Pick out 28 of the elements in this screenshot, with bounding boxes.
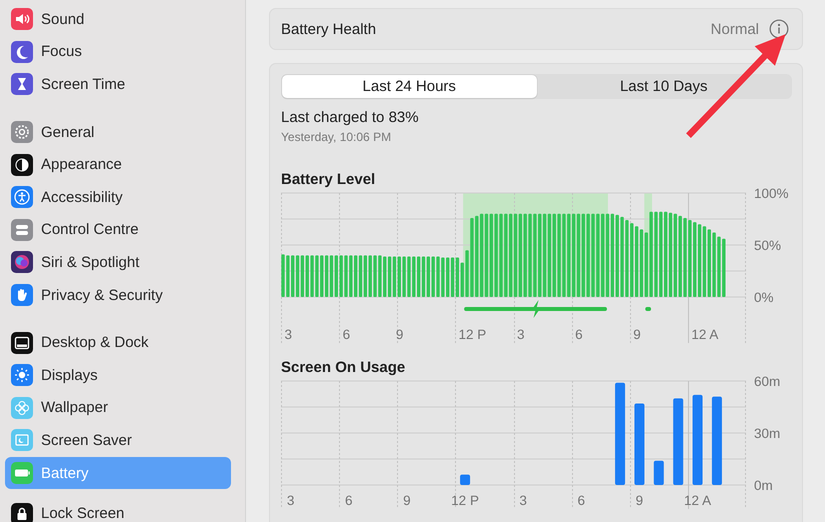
axis-label: 3 [284,327,292,342]
axis-label: 9 [396,327,404,342]
axis-label: 9 [636,493,644,508]
axis-label: 12 A [684,493,712,508]
chart-title: Screen On Usage [281,359,406,377]
axis-label: 3 [519,493,527,508]
axis-label: 60m [754,375,780,389]
battery-health-value: Normal [710,20,759,38]
axis-label: 6 [575,327,583,342]
axis-label: 0% [754,290,774,305]
axis-label: 12 P [451,493,479,508]
axis-label: 3 [517,327,525,342]
axis-label: 0m [754,478,773,493]
axis-label: 6 [342,327,350,342]
axis-label: 30m [754,426,780,441]
last-charged-text: Last charged to 83% [281,109,420,127]
chart-title: Battery Level [281,171,376,189]
axis-label: 12 P [458,327,486,342]
axis-label: 6 [578,493,586,508]
axis-label: 6 [345,493,353,508]
axis-label: 3 [286,493,294,508]
axis-label: 9 [633,327,641,342]
axis-label: 12 A [691,327,718,342]
axis-label: 50% [754,238,782,253]
axis-label: 9 [403,493,411,508]
axis-label: 100% [754,187,789,201]
charge-time-text: Yesterday, 10:06 PM [281,129,392,145]
battery-health-label: Battery Health [281,20,378,38]
